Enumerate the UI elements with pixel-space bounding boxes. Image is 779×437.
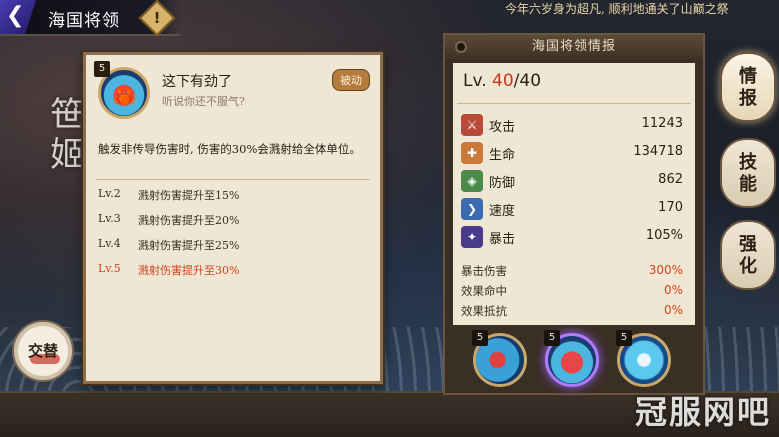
upgrade-row: Lv.4 溅射伤害提升至25% (98, 237, 368, 262)
skill-quote: 听说你还不服气? (162, 95, 245, 108)
upgrade-level: Lv.4 (98, 237, 121, 250)
extra-stat-value: 0% (663, 303, 683, 317)
panel-title-bar: 海国将领情报 (445, 35, 703, 59)
stat-name: 暴击 (489, 232, 516, 247)
stat-value: 11243 (641, 116, 683, 131)
upgrade-text: 溅射伤害提升至25% (138, 239, 240, 252)
skill-slot-2-selected[interactable]: 5 (544, 330, 599, 387)
upgrade-row: Lv.2 溅射伤害提升至15% (98, 187, 368, 212)
stat-row-defense: ◈ 防御 862 (459, 167, 687, 195)
pin-icon (455, 41, 467, 53)
watermark: 冠服网吧 (634, 393, 771, 431)
divider (457, 103, 691, 104)
skill-slots: 5 5 5 (453, 327, 695, 391)
stat-name: 速度 (489, 204, 516, 219)
hp-icon: ✚ (461, 142, 483, 164)
back-arrow-icon: ❮ (6, 3, 25, 28)
upgrade-level: Lv.5 (98, 262, 121, 275)
upgrade-level: Lv.2 (98, 187, 121, 200)
stat-value: 105% (645, 228, 683, 243)
skill-level-badge: 5 (472, 330, 488, 346)
attack-icon: ⚔ (461, 114, 483, 136)
extra-stat-value: 300% (648, 263, 683, 277)
speed-icon: ❯ (461, 198, 483, 220)
upgrade-row-current: Lv.5 溅射伤害提升至30% (98, 262, 368, 287)
extra-stat-row: 效果命中 0% (459, 281, 687, 301)
skill-type-tag: 被动 (332, 69, 370, 91)
skill-detail-panel: 🦀 5 这下有劲了 听说你还不服气? 被动 触发非传导伤害时, 伤害的30%会溅… (83, 52, 383, 384)
page-title: 海国将领 (48, 11, 120, 31)
crab-icon: 🦀 (112, 84, 137, 108)
exclamation-icon: ! (153, 9, 161, 27)
stats-body: Lv. 40/40 ⚔ 攻击 11243 ✚ 生命 134718 ◈ 防御 86… (453, 63, 695, 325)
extra-stat-name: 暴击伤害 (461, 264, 507, 278)
replace-button[interactable]: 交替 (12, 320, 74, 382)
extra-stat-list: 暴击伤害 300% 效果命中 0% 效果抵抗 0% (459, 261, 687, 321)
skill-slot-3[interactable]: 5 (616, 330, 671, 387)
tab-label: 情 报 (739, 66, 757, 109)
extra-stat-row: 暴击伤害 300% (459, 261, 687, 281)
skill-level-badge: 5 (616, 330, 632, 346)
extra-stat-name: 效果命中 (461, 284, 507, 298)
skill-level-badge: 5 (544, 330, 560, 346)
tab-skills[interactable]: 技 能 (720, 138, 776, 208)
stat-row-attack: ⚔ 攻击 11243 (459, 111, 687, 139)
replace-label: 交替 (27, 342, 58, 360)
stat-row-hp: ✚ 生命 134718 (459, 139, 687, 167)
back-button[interactable]: ❮ (0, 0, 36, 34)
stat-name: 防御 (489, 176, 516, 191)
level-display: Lv. 40/40 (463, 71, 541, 91)
skill-name: 这下有劲了 (162, 74, 232, 90)
panel-title: 海国将领情报 (531, 39, 616, 54)
stat-name: 生命 (489, 148, 516, 163)
defense-icon: ◈ (461, 170, 483, 192)
top-banner-text: 今年六岁身为超凡, 顺利地通关了山巅之祭 (505, 2, 729, 16)
extra-stat-value: 0% (663, 283, 683, 297)
tab-label: 强 化 (739, 234, 757, 277)
stat-list: ⚔ 攻击 11243 ✚ 生命 134718 ◈ 防御 862 ❯ 速度 170… (459, 111, 687, 251)
skill-upgrade-list: Lv.2 溅射伤害提升至15% Lv.3 溅射伤害提升至20% Lv.4 溅射伤… (98, 187, 368, 287)
stat-value: 134718 (633, 144, 683, 159)
tab-info[interactable]: 情 报 (720, 52, 776, 122)
upgrade-level: Lv.3 (98, 212, 121, 225)
stat-row-crit: ✦ 暴击 105% (459, 223, 687, 251)
tab-label: 技 能 (739, 152, 757, 195)
level-current: 40 (492, 71, 514, 91)
stat-row-speed: ❯ 速度 170 (459, 195, 687, 223)
upgrade-text: 溅射伤害提升至20% (138, 214, 240, 227)
skill-description: 触发非传导伤害时, 伤害的30%会溅射给全体单位。 (98, 142, 361, 156)
stat-value: 862 (658, 172, 683, 187)
extra-stat-row: 效果抵抗 0% (459, 301, 687, 321)
stat-value: 170 (658, 200, 683, 215)
stat-name: 攻击 (489, 120, 516, 135)
level-max: /40 (513, 71, 542, 91)
upgrade-text: 溅射伤害提升至15% (138, 189, 240, 202)
header-bar: ❮ 海国将领 ! (0, 0, 180, 37)
skill-level-badge: 5 (94, 61, 110, 77)
skill-slot-1[interactable]: 5 (472, 330, 527, 387)
general-info-panel: 海国将领情报 Lv. 40/40 ⚔ 攻击 11243 ✚ 生命 134718 … (443, 33, 705, 395)
upgrade-row: Lv.3 溅射伤害提升至20% (98, 212, 368, 237)
crit-icon: ✦ (461, 226, 483, 248)
extra-stat-name: 效果抵抗 (461, 304, 507, 318)
tab-enhance[interactable]: 强 化 (720, 220, 776, 290)
info-button[interactable]: ! (138, 0, 176, 37)
skill-header: 🦀 5 这下有劲了 听说你还不服气? 被动 (94, 61, 372, 125)
upgrade-text: 溅射伤害提升至30% (138, 264, 240, 277)
level-prefix: Lv. (463, 71, 493, 91)
divider (96, 179, 370, 180)
